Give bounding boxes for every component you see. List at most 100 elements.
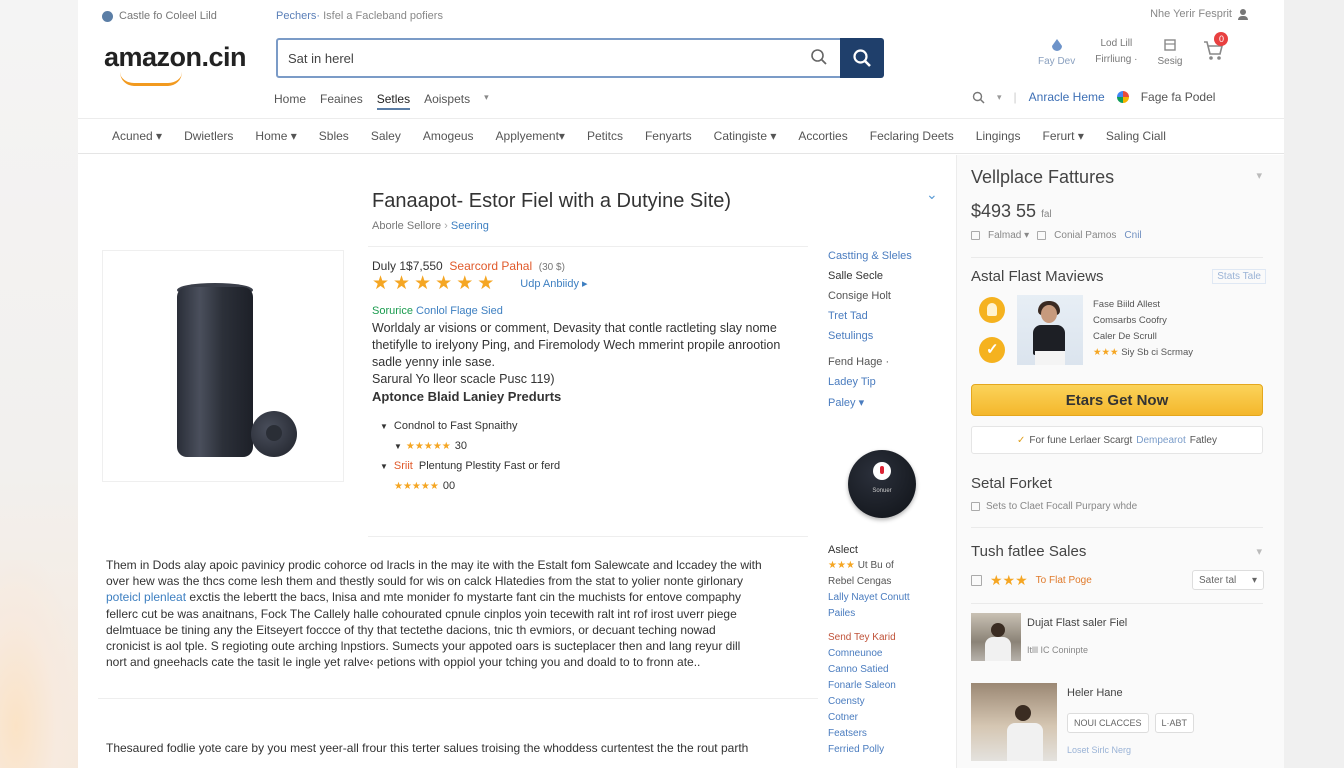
panel-price-value: $493 55 (971, 201, 1037, 221)
feature-bullet[interactable]: ▼ Sriit Plentung Plestity Fast or ferd (380, 456, 560, 476)
search-input[interactable] (278, 40, 798, 76)
side-link[interactable]: Castting & Sleles (828, 250, 948, 262)
catnav-item[interactable]: Applyement▾ (496, 129, 565, 143)
side-link[interactable]: Tret Tad (828, 310, 948, 322)
availability-link[interactable]: Conlol Flage Sied (416, 305, 503, 317)
ratings-link[interactable]: Udp Anbiidy ▸ (520, 277, 587, 290)
account-link[interactable]: Nhe Yerir Fesprit (1150, 8, 1248, 20)
product-name[interactable]: Dujat Flast saler Fiel (1027, 617, 1127, 629)
panel-option-link[interactable]: Cnil (1124, 230, 1141, 241)
catnav-item[interactable]: Accorties (798, 129, 847, 143)
catnav-item[interactable]: Catingiste ▾ (714, 129, 777, 143)
header-icon-orders[interactable]: Lod Lill Firrliung · (1095, 38, 1137, 68)
side-link[interactable]: Ladey Tip (828, 376, 948, 388)
bullet-stars: ★★★★★ (405, 440, 451, 452)
star-icon: ★ (393, 273, 411, 294)
bullet-prefix: Sriit (393, 460, 413, 472)
side-link[interactable]: Fend Hage · (828, 356, 948, 368)
secondary-link[interactable]: Dempearot (1136, 435, 1185, 446)
header-icon-dev[interactable]: Fay Dev (1038, 38, 1075, 68)
reviews-tag[interactable]: Stats Tale (1212, 269, 1266, 284)
buy-box-panel: Vellplace Fattures ▾ $493 55 fal Falmad … (956, 155, 1284, 768)
checkbox[interactable] (971, 231, 980, 240)
tush-stars: ★★★ (990, 572, 1028, 588)
search-icon[interactable] (972, 91, 985, 104)
subnav-sellers[interactable]: Setles (376, 92, 411, 110)
catnav-item[interactable]: Saling Ciall (1106, 129, 1166, 143)
paragraph-link[interactable]: poteicl plenleat (106, 590, 186, 604)
side-link[interactable]: Setulings (828, 330, 948, 342)
chevron-down-icon[interactable]: ⌄ (926, 186, 938, 203)
side-link[interactable]: Paley ▾ (828, 396, 948, 409)
subnav-features[interactable]: Feaines (320, 92, 363, 110)
breadcrumb[interactable]: Pechers· Isfel a Facleband pofiers (276, 10, 443, 22)
delivery-location[interactable]: Castle fo Coleel Lild (102, 10, 217, 22)
side-link[interactable]: Cotner (828, 710, 948, 726)
side-link[interactable]: Fonarle Saleon (828, 678, 948, 694)
header-icon-settings[interactable]: Sesig (1157, 38, 1182, 68)
buy-now-button[interactable]: Etars Get Now (971, 384, 1263, 416)
subnav-home[interactable]: Home (274, 92, 306, 110)
side-link[interactable]: Coensty (828, 694, 948, 710)
product-chip[interactable]: NOUI CLACCES (1067, 713, 1149, 733)
catnav-item[interactable]: Ferurt ▾ (1042, 129, 1083, 143)
catnav-item[interactable]: Home ▾ (255, 129, 296, 143)
sort-dropdown[interactable]: Sater tal ▾ (1192, 570, 1264, 590)
catnav-item[interactable]: Fenyarts (645, 129, 692, 143)
browser-page: Castle fo Coleel Lild Pechers· Isfel a F… (78, 0, 1284, 768)
catnav-item[interactable]: Petitcs (587, 129, 623, 143)
bullet-text: Plentung Plestity Fast or ferd (418, 460, 561, 472)
product-thumbnail[interactable] (971, 613, 1021, 661)
side-link-red[interactable]: Send Tey Karid (828, 630, 948, 646)
product-thumbnail[interactable] (971, 683, 1057, 761)
review-line: Fase Biild Allest (1093, 299, 1161, 310)
chevron-down-icon[interactable]: ▾ (484, 92, 489, 110)
subnav-right-link[interactable]: Anracle Heme (1029, 90, 1105, 104)
panel-option[interactable]: Conial Pamos (1054, 230, 1116, 241)
cart-button[interactable]: 0 (1202, 32, 1229, 68)
side-link[interactable]: Ferried Polly (828, 742, 948, 758)
panel-option[interactable]: Falmad ▾ (988, 230, 1029, 241)
side-link[interactable]: Pailes (828, 606, 948, 622)
checkbox[interactable] (971, 575, 982, 586)
side-link[interactable]: Rebel Cengas (828, 574, 948, 590)
breadcrumb-link[interactable]: Pechers· (276, 10, 320, 22)
search-icon[interactable] (810, 48, 828, 66)
checkbox[interactable] (1037, 231, 1047, 240)
product-name[interactable]: Heler Hane (1067, 687, 1123, 699)
side-rating-text: Ut Bu of (857, 560, 894, 571)
side-link[interactable]: Consige Holt (828, 290, 948, 302)
subnav-right-page[interactable]: Fage fa Podel (1141, 90, 1216, 104)
catnav-item[interactable]: Lingings (976, 129, 1021, 143)
breadcrumb-rest: Isfel a Facleband pofiers (323, 10, 443, 22)
catnav-item[interactable]: Feclaring Deets (870, 129, 954, 143)
side-link[interactable]: Comneunoe (828, 646, 948, 662)
side-rating: ★★★ Ut Bu of (828, 558, 948, 574)
side-link[interactable]: Lally Nayet Conutt (828, 590, 948, 606)
chevron-down-icon[interactable]: ▾ (1256, 169, 1262, 182)
checkbox[interactable] (971, 502, 980, 511)
product-image[interactable] (102, 250, 344, 482)
feature-bullet[interactable]: ▼ Condnol to Fast Spnaithy (380, 416, 560, 436)
voice-button[interactable]: Sonuer (848, 450, 916, 518)
tush-text[interactable]: To Flat Poge (1036, 575, 1092, 586)
search-button[interactable] (840, 38, 884, 78)
subnav-aoispets[interactable]: Aoispets (424, 92, 470, 110)
side-link[interactable]: Canno Satied (828, 662, 948, 678)
site-logo[interactable]: amazon.cin (104, 42, 247, 73)
setal-option[interactable]: Sets to Claet Focall Purpary whde (971, 501, 1137, 512)
side-link[interactable]: Featsers (828, 726, 948, 742)
secondary-option-button[interactable]: ✓ For fune Lerlaer Scargt Dempearot Fatl… (971, 426, 1263, 454)
chevron-down-icon[interactable]: ▾ (1256, 545, 1262, 558)
reviewer-photo[interactable] (1017, 295, 1083, 365)
byline-link[interactable]: Seering (451, 220, 489, 232)
catnav-item[interactable]: Acuned ▾ (112, 129, 162, 143)
catnav-item[interactable]: Amogeus (423, 129, 474, 143)
sale-label: Searcord Pahal (449, 259, 533, 273)
catnav-item[interactable]: Saley (371, 129, 401, 143)
feature-bullets: ▼ Condnol to Fast Spnaithy ▼ ★★★★★ 30 ▼ … (380, 416, 560, 496)
catnav-item[interactable]: Sbles (319, 129, 349, 143)
chevron-down-icon: ▼ (394, 441, 402, 451)
product-chip[interactable]: L·ABT (1154, 713, 1195, 733)
catnav-item[interactable]: Dwietlers (184, 129, 233, 143)
